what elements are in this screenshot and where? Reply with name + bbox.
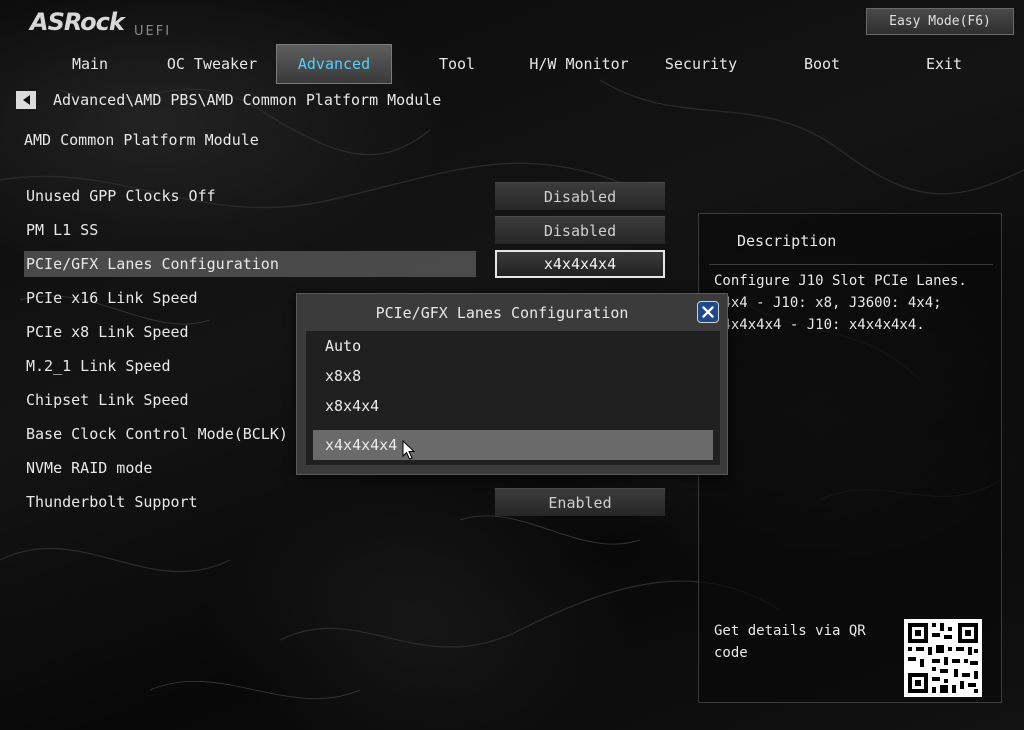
back-arrow-icon	[22, 95, 30, 105]
tab-oc-tweaker[interactable]: OC Tweaker	[158, 44, 266, 84]
tab-tool[interactable]: Tool	[410, 44, 504, 84]
tab-main[interactable]: Main	[40, 44, 140, 84]
tab-exit[interactable]: Exit	[894, 44, 994, 84]
description-divider	[709, 264, 993, 265]
section-title: AMD Common Platform Module	[24, 131, 259, 149]
setting-pcie-gfx-lanes-configuration[interactable]: PCIe/GFX Lanes Configuration	[24, 251, 476, 277]
mouse-pointer-icon	[402, 440, 416, 460]
value-pm-l1-ss[interactable]: Disabled	[495, 216, 665, 244]
asrock-logo: ASRock	[30, 8, 125, 36]
popup-option-x4x4x4x4[interactable]: x4x4x4x4	[313, 430, 713, 460]
setting-unused-gpp-clocks-off[interactable]: Unused GPP Clocks Off	[24, 183, 476, 209]
value-thunderbolt-support[interactable]: Enabled	[495, 488, 665, 516]
setting-pm-l1-ss[interactable]: PM L1 SS	[24, 217, 476, 243]
breadcrumb: Advanced\AMD PBS\AMD Common Platform Mod…	[53, 91, 442, 109]
lanes-configuration-popup: PCIe/GFX Lanes Configuration Auto x8x8 x…	[296, 293, 728, 475]
popup-option-list: Auto x8x8 x8x4x4 x4x4x4x4	[306, 331, 720, 465]
back-button[interactable]	[16, 91, 36, 109]
value-pcie-gfx-lanes-configuration[interactable]: x4x4x4x4	[495, 250, 665, 278]
qr-details-text: Get details via QR code	[714, 623, 866, 661]
main-tab-bar: Main OC Tweaker Advanced Tool H/W Monito…	[0, 44, 1024, 84]
value-unused-gpp-clocks-off[interactable]: Disabled	[495, 182, 665, 210]
popup-option-x8x4x4[interactable]: x8x4x4	[313, 391, 713, 421]
popup-title: PCIe/GFX Lanes Configuration	[375, 304, 629, 322]
description-text: Configure J10 Slot PCIe Lanes. x4x4 - J1…	[714, 273, 967, 333]
tab-security[interactable]: Security	[650, 44, 752, 84]
tab-advanced[interactable]: Advanced	[276, 44, 392, 84]
easy-mode-button[interactable]: Easy Mode(F6)	[866, 8, 1014, 35]
tab-boot[interactable]: Boot	[772, 44, 872, 84]
description-panel: Description Configure J10 Slot PCIe Lane…	[698, 213, 1002, 703]
qr-code-icon	[904, 619, 982, 697]
description-title: Description	[737, 232, 837, 250]
setting-thunderbolt-support[interactable]: Thunderbolt Support	[24, 489, 476, 515]
uefi-screen: ASRock UEFI Easy Mode(F6) Main OC Tweake…	[0, 0, 1024, 730]
close-icon[interactable]	[697, 301, 719, 323]
uefi-label: UEFI	[134, 24, 172, 39]
popup-option-auto[interactable]: Auto	[313, 331, 713, 361]
tab-hw-monitor[interactable]: H/W Monitor	[524, 44, 634, 84]
popup-option-x8x8[interactable]: x8x8	[313, 361, 713, 391]
